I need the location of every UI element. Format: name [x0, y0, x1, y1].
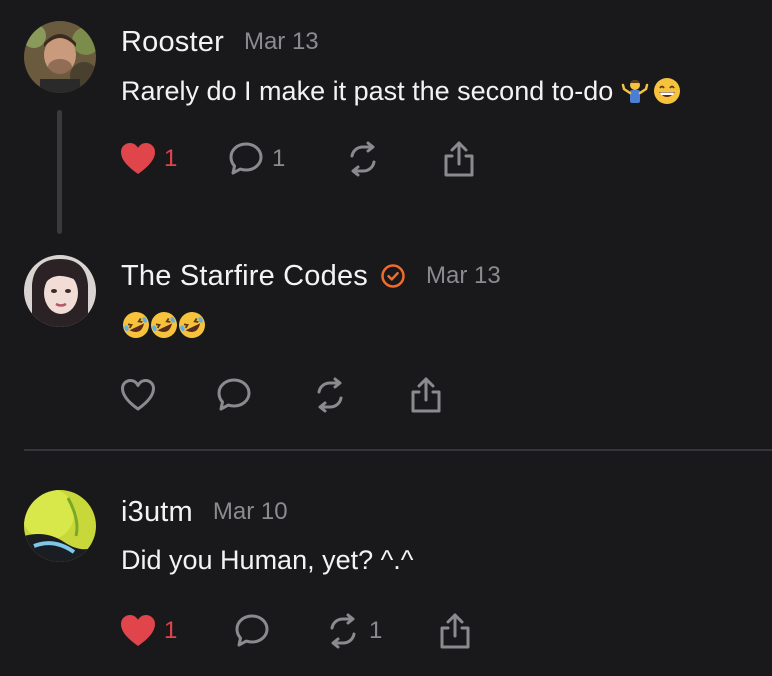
post-date[interactable]: Mar 13 [426, 262, 501, 290]
post-header: Rooster Mar 13 [121, 24, 319, 60]
comment-icon [235, 614, 269, 647]
rolling-laughing-emoji [177, 310, 205, 338]
like-button[interactable]: 1 [120, 137, 177, 181]
reply-button[interactable] [216, 373, 260, 417]
rolling-laughing-emoji [121, 310, 149, 338]
repost-count: 1 [369, 617, 383, 644]
avatar-rooster[interactable] [24, 21, 96, 93]
post-actions: 1 1 [0, 137, 772, 181]
post-starfire: The Starfire Codes Mar 13 [0, 240, 772, 450]
post-date[interactable]: Mar 13 [244, 28, 319, 56]
share-icon [411, 377, 441, 413]
rolling-laughing-emoji [149, 310, 177, 338]
like-button[interactable] [120, 373, 164, 417]
post-text-content: Did you Human, yet? ^.^ [121, 544, 414, 575]
avatar-i3utm[interactable] [24, 490, 96, 562]
heart-icon [121, 615, 155, 646]
post-text [121, 306, 205, 342]
repost-icon [350, 141, 376, 177]
post-date[interactable]: Mar 10 [213, 498, 288, 526]
author-name[interactable]: Rooster [121, 26, 224, 59]
share-button[interactable] [441, 137, 477, 181]
post-i3utm: i3utm Mar 10 Did you Human, yet? ^.^ 1 1 [0, 451, 772, 676]
reply-button[interactable] [234, 609, 278, 653]
repost-button[interactable] [312, 373, 356, 417]
comment-icon [217, 378, 251, 411]
post-rooster: Rooster Mar 13 Rarely do I make it past … [0, 0, 772, 240]
like-count: 1 [164, 145, 178, 172]
share-icon [444, 141, 474, 177]
verified-badge-icon [380, 263, 406, 289]
post-text: Did you Human, yet? ^.^ [121, 541, 413, 579]
heart-icon [121, 379, 155, 411]
post-actions [0, 373, 772, 417]
avatar-starfire[interactable] [24, 255, 96, 327]
repost-button[interactable] [345, 137, 381, 181]
post-header: The Starfire Codes Mar 13 [121, 258, 501, 294]
author-name[interactable]: i3utm [121, 496, 193, 529]
share-button[interactable] [408, 373, 444, 417]
share-button[interactable] [437, 609, 473, 653]
repost-icon [317, 377, 343, 413]
grinning-face-emoji [653, 77, 681, 105]
repost-icon [330, 613, 356, 649]
post-text: Rarely do I make it past the second to-d… [121, 72, 681, 110]
share-icon [440, 613, 470, 649]
like-button[interactable]: 1 [120, 609, 177, 653]
like-count: 1 [164, 617, 178, 644]
post-text-content: Rarely do I make it past the second to-d… [121, 75, 614, 106]
reply-button[interactable]: 1 [228, 137, 285, 181]
author-name[interactable]: The Starfire Codes [121, 260, 368, 293]
repost-button[interactable]: 1 [325, 609, 382, 653]
reply-count: 1 [272, 145, 286, 172]
post-header: i3utm Mar 10 [121, 494, 288, 530]
heart-icon [121, 143, 155, 174]
post-actions: 1 1 [0, 609, 772, 653]
person-shrugging-emoji [621, 77, 649, 105]
comment-icon [229, 142, 263, 175]
